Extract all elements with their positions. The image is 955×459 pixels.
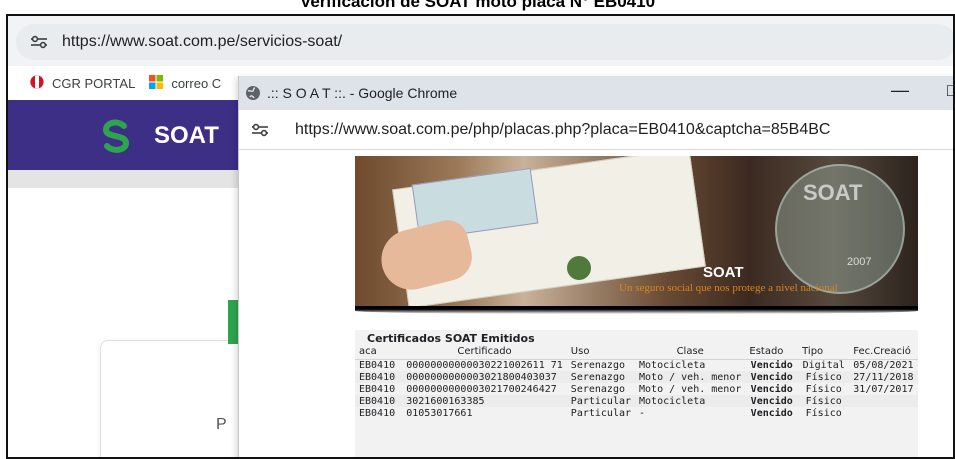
column-header: Certificado [402,345,567,360]
cell-certificado: 00000000000030221002611 71 [406,359,563,371]
cell-uso: Serenazgo [566,371,636,383]
cell-estado: Vencido [750,407,793,419]
cell-certificado: 01053017661 [406,407,473,419]
microsoft-icon [149,74,164,92]
banner-green-seal [567,256,591,280]
outer-browser-window: https://www.soat.com.pe/servicios-soat/ … [6,14,955,459]
cell-tipo: Físico [805,407,842,419]
green-accent [228,300,238,344]
table-row: EB0410 0000000000003021700246427 Serenaz… [355,383,918,395]
table-row: EB0410 01053017661 Particular - Vencido … [355,407,918,419]
cell-clase: Moto / veh. menor [639,383,742,395]
site-settings-icon[interactable] [30,35,48,49]
table-row: EB0410 3021600163385 Particular Motocicl… [355,395,918,407]
cell-clase: Moto / veh. menor [635,371,746,383]
cell-placa: EB0410 [359,407,396,419]
cell-clase: Motocicleta [635,395,746,407]
popup-title: .:: S O A T ::. - Google Chrome [267,85,458,101]
column-header: aca [355,345,403,360]
cell-certificado: 0000000000003021700246427 [406,383,557,395]
cell-placa: EB0410 [355,371,403,383]
cell-fecha: 27/11/2018 [849,371,918,383]
banner-underline [355,306,918,314]
cell-uso: Serenazgo [570,359,625,371]
soat-brand[interactable]: SOAT [154,122,219,150]
outer-address-bar[interactable]: https://www.soat.com.pe/servicios-soat/ [16,24,953,60]
table-row: EB0410 00000000000030221002611 71 Serena… [355,359,918,371]
cell-uso: Serenazgo [570,383,625,395]
cell-estado: Vencido [745,371,799,383]
outer-url-text[interactable]: https://www.soat.com.pe/servicios-soat/ [62,33,342,51]
popup-address-bar[interactable]: https://www.soat.com.pe/php/placas.php?p… [239,110,953,150]
minimize-icon[interactable]: — [891,80,909,101]
banner-seal-word: SOAT [803,180,863,205]
cell-tipo: Físico [798,371,850,383]
bookmark-label: correo C [171,75,222,91]
column-header: Clase [635,345,746,360]
bookmark-label: CGR PORTAL [52,75,136,91]
cell-uso: Particular [566,395,636,407]
cell-fecha [849,407,918,419]
site-settings-icon[interactable] [251,123,269,137]
certificates-title: Certificados SOAT Emitidos [367,332,535,345]
cell-uso: Particular [570,407,632,419]
cell-certificado: 0000000000003021800403037 [402,371,567,383]
soat-logo-icon[interactable] [98,118,134,154]
cell-placa: EB0410 [355,395,403,407]
column-header: Uso [566,345,636,360]
cell-placa: EB0410 [359,383,396,395]
column-header: Tipo [798,345,850,360]
globe-icon [245,85,261,101]
column-header: Estado [745,345,799,360]
cell-certificado: 3021600163385 [402,395,567,407]
bookmark-cgr-portal[interactable]: CGR PORTAL [30,74,136,92]
cell-clase: Motocicleta [639,359,706,371]
popup-titlebar[interactable]: .:: S O A T ::. - Google Chrome — □ [239,76,953,110]
bookmark-correo[interactable]: correo C [149,74,222,92]
certificates-panel: Certificados SOAT Emitidos aca Certifica… [355,330,918,457]
cell-tipo: Físico [805,383,842,395]
page-caption: Verificación de SOAT moto placa N° EB041… [299,0,656,11]
card-letter: P [216,416,227,433]
table-row: EB0410 0000000000003021800403037 Serenaz… [355,371,918,383]
cell-estado: Vencido [745,395,799,407]
cell-estado: Vencido [750,383,793,395]
banner-tagline: Un seguro social que nos protege a nivel… [619,282,838,294]
column-header: Fec.Creació [849,345,918,360]
cell-placa: EB0410 [359,359,396,371]
peru-flag-icon [30,74,44,92]
popup-url-text[interactable]: https://www.soat.com.pe/php/placas.php?p… [295,121,830,139]
cell-estado: Vencido [750,359,793,371]
cell-fecha [849,395,918,407]
cell-clase: - [639,407,646,419]
table-header-row: aca Certificado Uso Clase Estado Tipo Fe… [355,345,918,360]
cell-fecha: 05/08/2021 [853,359,914,371]
cell-fecha: 31/07/2017 [853,383,914,395]
maximize-icon[interactable]: □ [947,80,953,101]
popup-window: .:: S O A T ::. - Google Chrome — □ http… [238,76,953,457]
cell-tipo: Físico [798,395,850,407]
banner-soat-word: SOAT [703,264,744,281]
cell-tipo: Digital [802,359,845,371]
soat-banner-image: SOAT 2007 SOAT Un seguro social que nos … [355,156,918,311]
banner-seal-year: 2007 [847,256,872,268]
certificates-table: aca Certificado Uso Clase Estado Tipo Fe… [355,345,918,419]
